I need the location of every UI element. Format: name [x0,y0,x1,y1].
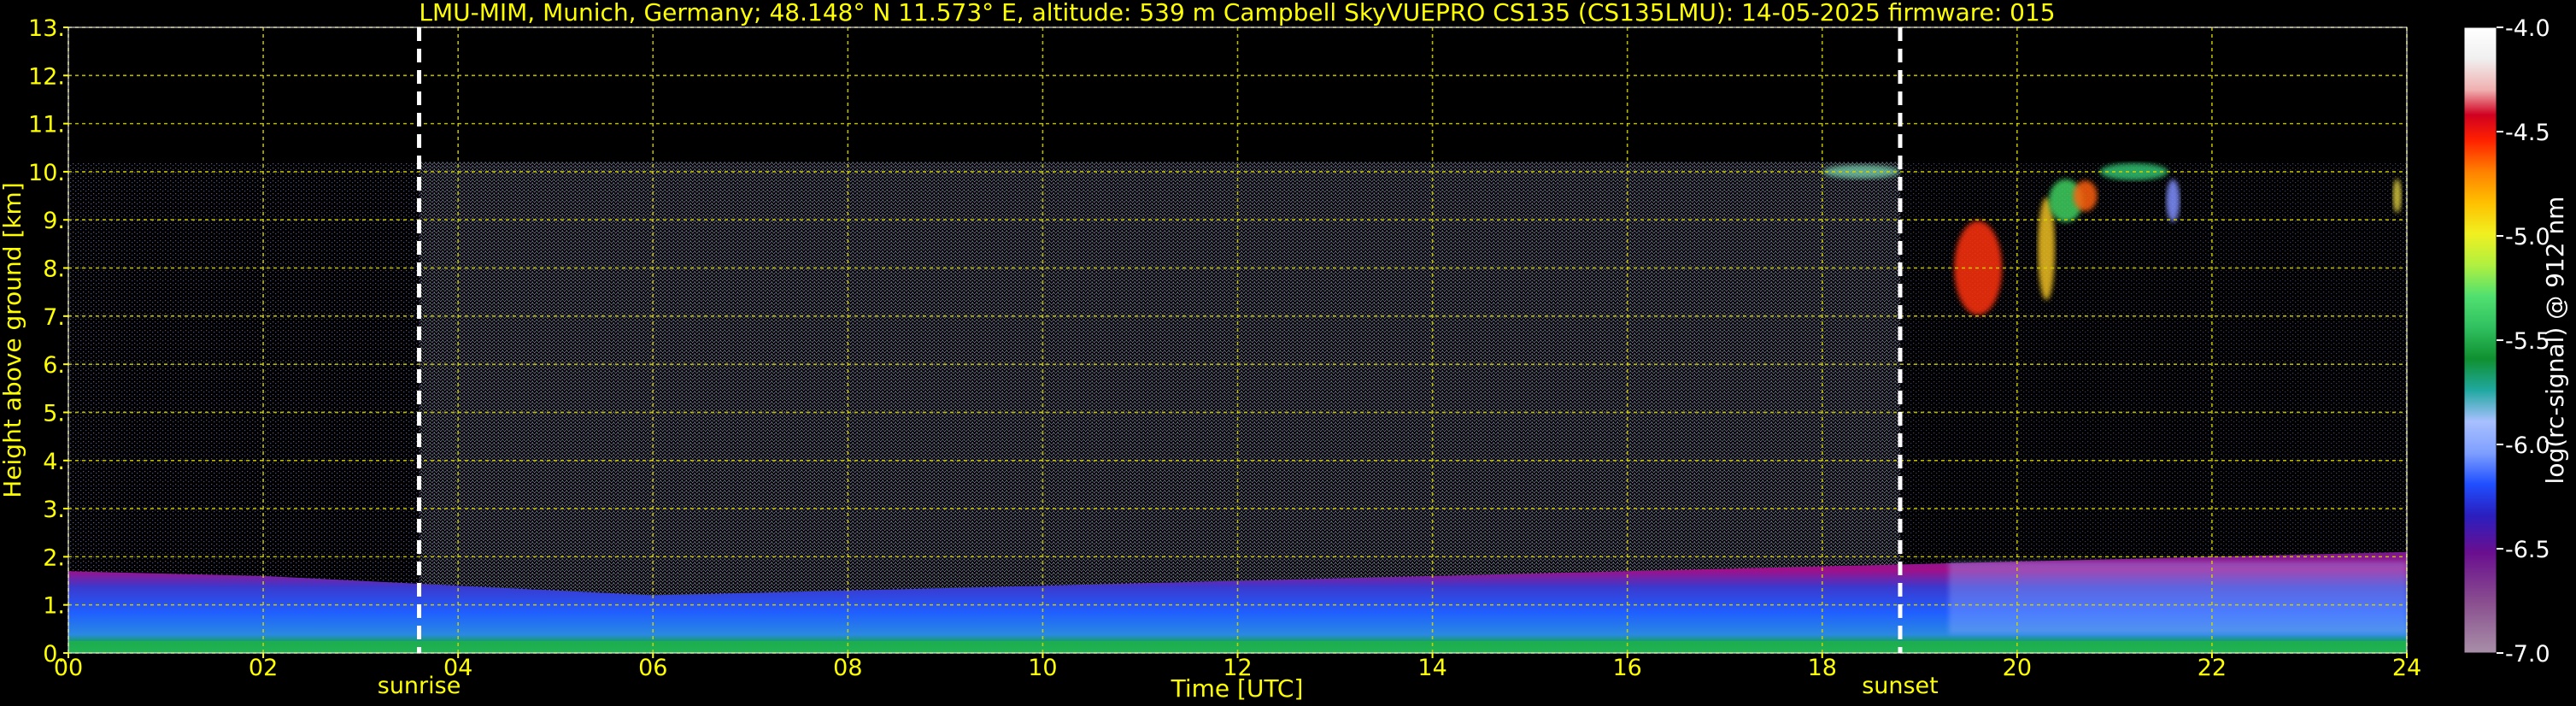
x-axis-label: Time [UTC] [1171,674,1304,703]
colorbar-tick-label: -4.5 [2505,120,2550,146]
y-tick-label: 13. [28,15,65,42]
chart-title: LMU-MIM, Munich, Germany; 48.148° N 11.5… [419,0,2055,26]
y-tick-label: 8. [43,256,65,283]
x-tick-label: 06 [638,655,667,681]
x-tick-label: 18 [1808,655,1837,681]
y-tick-label: 1. [43,593,65,620]
colorbar-tick-label: -6.5 [2505,537,2550,563]
y-tick-label: 7. [43,304,65,331]
colorbar-tick-label: -7.0 [2505,641,2550,668]
y-tick-label: 11. [28,112,65,138]
x-tick-label: 16 [1612,655,1641,681]
y-axis-label: Height above ground [km] [0,182,26,498]
x-tick-label: 20 [2003,655,2032,681]
x-tick-label: 08 [833,655,862,681]
x-tick-label: 02 [249,655,278,681]
ceilometer-chart: sunrise sunset 00 02 04 06 08 10 12 14 16 18 20 22 24… [0,0,2576,706]
y-tick-label: 12. [28,63,65,90]
y-tick-label: 3. [43,497,65,523]
chart-svg: sunrise sunset 00 02 04 06 08 10 12 14 16 18 20 22 24… [0,0,2569,703]
y-tick-label: 9. [43,208,65,234]
cirrus-cloud [2166,179,2180,222]
x-tick-label: 22 [2198,655,2227,681]
y-tick-label: 10. [28,160,65,186]
y-tick-label: 5. [43,400,65,427]
cirrus-cloud [2392,179,2402,214]
y-tick-label: 4. [43,449,65,475]
colorbar-gradient [2463,26,2497,654]
x-tick-label: 10 [1028,655,1057,681]
x-tick-label: 14 [1417,655,1446,681]
colorbar-tick-label: -6.0 [2505,432,2550,459]
sunset-label: sunset [1862,673,1939,699]
y-tick-label: 6. [43,352,65,379]
cirrus-cloud [2073,180,2098,212]
colorbar-tick-label: -5.5 [2505,328,2550,355]
x-tick-label: 24 [2392,655,2421,681]
x-tick-label: 04 [443,655,472,681]
colorbar-tick-label: -4.0 [2505,15,2550,42]
y-tick-label: 0. [43,641,65,668]
y-tick-label: 2. [43,544,65,571]
colorbar-tick-label: -5.0 [2505,224,2550,250]
colorbar: log(rc-signal) @ 912 nm -4.0-4.5-5.0-5.5… [2463,15,2569,668]
